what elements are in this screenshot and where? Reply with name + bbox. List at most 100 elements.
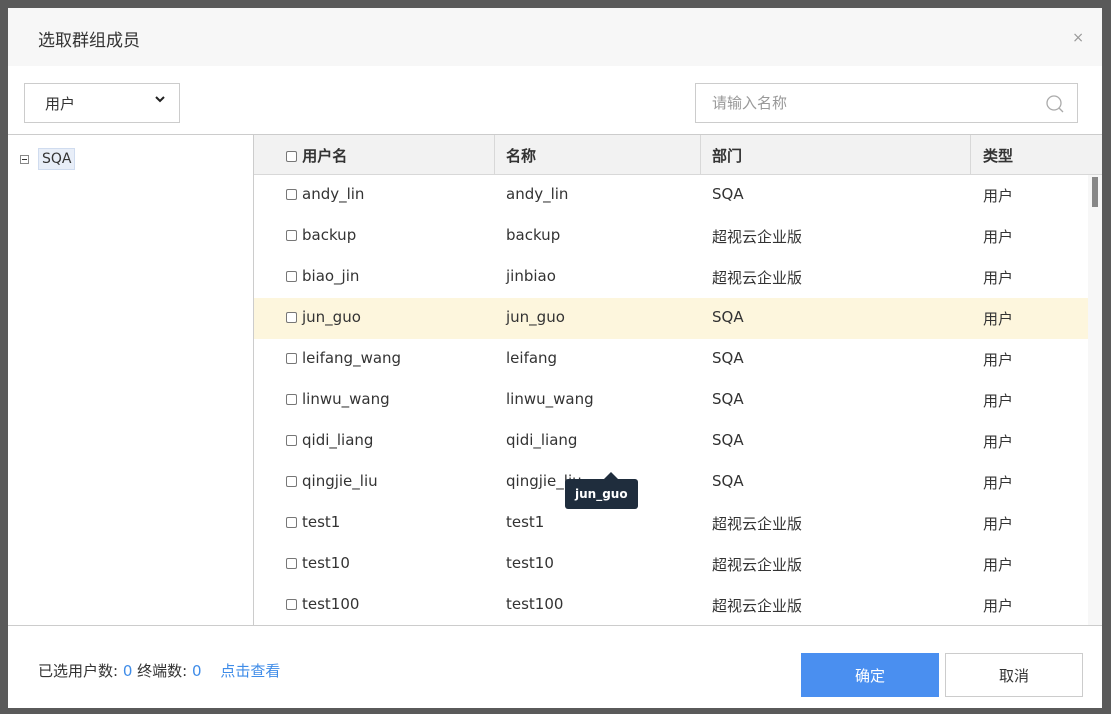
search-input[interactable]	[696, 84, 1042, 122]
column-divider[interactable]	[700, 135, 701, 175]
cell-username: biao_jin	[286, 267, 359, 285]
cell-username-text: backup	[302, 226, 357, 244]
row-checkbox[interactable]	[286, 353, 297, 364]
row-checkbox[interactable]	[286, 517, 297, 528]
cell-username-text: qingjie_liu	[302, 472, 378, 490]
cell-username-text: test1	[302, 513, 341, 531]
cancel-button[interactable]: 取消	[945, 653, 1083, 697]
cell-department: SQA	[712, 431, 744, 449]
table-row[interactable]: backup backup 超视云企业版 用户	[254, 216, 1088, 257]
cell-department: SQA	[712, 308, 744, 326]
table-row[interactable]: test1 test1 超视云企业版 用户	[254, 503, 1088, 544]
row-checkbox[interactable]	[286, 558, 297, 569]
cell-type: 用户	[983, 515, 1014, 533]
cell-department: 超视云企业版	[712, 515, 803, 533]
table-row[interactable]: test100 test100 超视云企业版 用户	[254, 585, 1088, 625]
cell-type: 用户	[983, 310, 1014, 328]
cell-username: test1	[286, 513, 340, 531]
cell-username: andy_lin	[286, 185, 364, 203]
header-name[interactable]: 名称	[506, 145, 536, 166]
cell-username: test10	[286, 554, 350, 572]
type-select-value: 用户	[45, 95, 76, 113]
cell-username-text: linwu_wang	[302, 390, 390, 408]
cell-department: 超视云企业版	[712, 597, 803, 615]
name-tooltip: jun_guo	[565, 479, 638, 509]
cell-username: test100	[286, 595, 359, 613]
row-checkbox[interactable]	[286, 476, 297, 487]
cell-name: jun_guo	[506, 308, 565, 326]
toolbar: 用户	[8, 66, 1102, 134]
cell-department: 超视云企业版	[712, 228, 803, 246]
table-row[interactable]: jun_guo jun_guo SQA 用户	[254, 298, 1088, 339]
header-department[interactable]: 部门	[712, 145, 742, 166]
view-selection-link[interactable]: 点击查看	[220, 662, 280, 680]
collapse-icon[interactable]	[20, 155, 29, 164]
column-divider[interactable]	[970, 135, 971, 175]
row-checkbox[interactable]	[286, 599, 297, 610]
table-row[interactable]: test10 test10 超视云企业版 用户	[254, 544, 1088, 585]
cell-type: 用户	[983, 556, 1014, 574]
cell-name: leifang	[506, 349, 558, 367]
cell-username: qingjie_liu	[286, 472, 378, 490]
cell-username-text: test10	[302, 554, 350, 572]
selection-summary: 已选用户数: 0 终端数: 0 点击查看	[38, 660, 280, 681]
table-row[interactable]: qingjie_liu qingjie_liu SQA 用户	[254, 462, 1088, 503]
selected-users-count: 0	[122, 662, 133, 680]
cell-username-text: biao_jin	[302, 267, 360, 285]
cell-name: qidi_liang	[506, 431, 578, 449]
row-checkbox[interactable]	[286, 394, 297, 405]
vertical-scrollbar[interactable]	[1088, 175, 1102, 625]
cell-name: backup	[506, 226, 561, 244]
tree-node-label[interactable]: SQA	[38, 148, 76, 170]
column-divider[interactable]	[494, 135, 495, 175]
cell-username: leifang_wang	[286, 349, 401, 367]
dialog-title: 选取群组成员	[38, 31, 140, 51]
table-row[interactable]: biao_jin jinbiao 超视云企业版 用户	[254, 257, 1088, 298]
cell-username-text: andy_lin	[302, 185, 365, 203]
cell-username: backup	[286, 226, 356, 244]
cell-type: 用户	[983, 269, 1014, 287]
dialog-body: SQA 用户名 名称 部门 类型 andy_lin andy_lin SQA 用户 ba…	[8, 134, 1102, 626]
cell-name: test1	[506, 513, 545, 531]
cell-type: 用户	[983, 187, 1014, 205]
cell-department: SQA	[712, 185, 744, 203]
cell-name: andy_lin	[506, 185, 569, 203]
row-checkbox[interactable]	[286, 312, 297, 323]
scrollbar-thumb[interactable]	[1092, 177, 1098, 207]
department-tree: SQA	[8, 135, 254, 625]
select-group-members-dialog: 选取群组成员 × 用户 SQA	[8, 8, 1102, 708]
table-row[interactable]: leifang_wang leifang SQA 用户	[254, 339, 1088, 380]
cell-department: SQA	[712, 472, 744, 490]
table-row[interactable]: andy_lin andy_lin SQA 用户	[254, 175, 1088, 216]
search-icon[interactable]	[1045, 94, 1065, 114]
header-username: 用户名	[286, 145, 347, 166]
cell-department: 超视云企业版	[712, 556, 803, 574]
row-checkbox[interactable]	[286, 271, 297, 282]
cell-type: 用户	[983, 433, 1014, 451]
cell-username-text: leifang_wang	[302, 349, 402, 367]
search-box	[695, 83, 1078, 123]
cell-type: 用户	[983, 474, 1014, 492]
close-icon[interactable]: ×	[1072, 30, 1084, 46]
row-checkbox[interactable]	[286, 189, 297, 200]
table-row[interactable]: linwu_wang linwu_wang SQA 用户	[254, 380, 1088, 421]
cell-username: linwu_wang	[286, 390, 390, 408]
chevron-down-icon	[155, 96, 165, 103]
selected-users-label: 已选用户数:	[38, 662, 119, 680]
user-table: 用户名 名称 部门 类型 andy_lin andy_lin SQA 用户 backup…	[254, 135, 1102, 625]
type-select[interactable]: 用户	[24, 83, 180, 123]
cell-username-text: test100	[302, 595, 360, 613]
table-row[interactable]: qidi_liang qidi_liang SQA 用户	[254, 421, 1088, 462]
dialog-titlebar: 选取群组成员 ×	[8, 8, 1102, 66]
cell-name: test100	[506, 595, 564, 613]
header-type[interactable]: 类型	[983, 145, 1013, 166]
cell-name: test10	[506, 554, 554, 572]
cell-type: 用户	[983, 392, 1014, 410]
header-username-label: 用户名	[302, 147, 348, 165]
cell-type: 用户	[983, 351, 1014, 369]
row-checkbox[interactable]	[286, 435, 297, 446]
dialog-footer: 已选用户数: 0 终端数: 0 点击查看 确定 取消	[8, 626, 1102, 708]
row-checkbox[interactable]	[286, 230, 297, 241]
select-all-checkbox[interactable]	[286, 151, 297, 162]
confirm-button[interactable]: 确定	[801, 653, 939, 697]
